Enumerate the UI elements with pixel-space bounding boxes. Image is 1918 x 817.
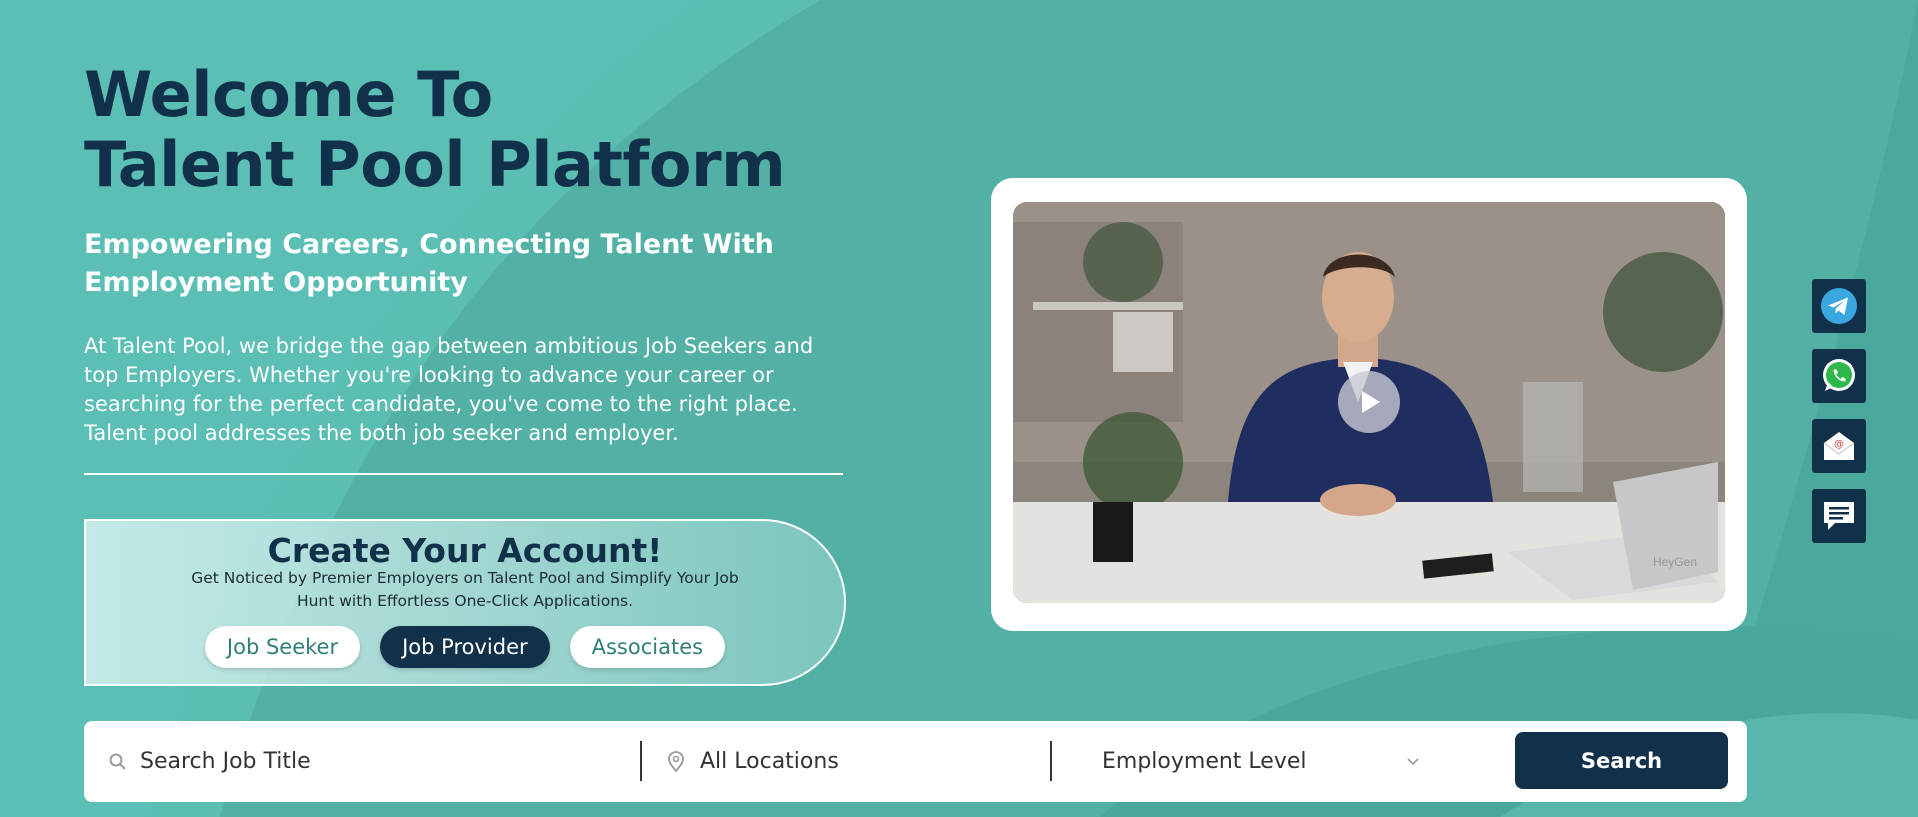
hero-divider [84, 473, 843, 475]
whatsapp-button[interactable] [1812, 349, 1866, 403]
employment-level-select[interactable]: Employment Level [1102, 721, 1432, 802]
video-card: HeyGen [991, 178, 1747, 631]
play-icon [1362, 391, 1380, 413]
search-button[interactable]: Search [1515, 732, 1728, 789]
telegram-button[interactable] [1812, 279, 1866, 333]
create-account-title: Create Your Account! [267, 531, 663, 570]
chat-icon [1824, 502, 1854, 530]
account-type-buttons: Job Seeker Job Provider Associates [86, 626, 844, 668]
hero-title-line2: Talent Pool Platform [84, 128, 786, 201]
employment-level-label: Employment Level [1102, 749, 1307, 774]
whatsapp-icon [1823, 359, 1855, 391]
search-icon [109, 753, 126, 770]
hero-subtitle-line2: Employment Opportunity [84, 267, 468, 298]
social-contact-bar: @ [1812, 279, 1866, 543]
video-player[interactable]: HeyGen [1013, 202, 1725, 603]
job-seeker-button[interactable]: Job Seeker [204, 626, 361, 668]
play-button[interactable] [1338, 371, 1400, 433]
hero-title-line1: Welcome To [84, 58, 493, 131]
hero-title: Welcome To Talent Pool Platform [84, 58, 786, 201]
create-account-description: Get Noticed by Premier Employers on Tale… [191, 569, 739, 610]
svg-text:@: @ [1834, 439, 1844, 450]
search-separator [1050, 741, 1052, 781]
email-button[interactable]: @ [1812, 419, 1866, 473]
email-icon: @ [1823, 432, 1855, 460]
location-field [666, 721, 1026, 802]
hero-subtitle: Empowering Careers, Connecting Talent Wi… [84, 226, 844, 302]
chevron-down-icon [1407, 757, 1419, 765]
hero-description: At Talent Pool, we bridge the gap betwee… [84, 334, 814, 445]
chat-button[interactable] [1812, 489, 1866, 543]
job-provider-button[interactable]: Job Provider [380, 626, 550, 668]
create-account-card: Create Your Account! Get Noticed by Prem… [84, 519, 846, 686]
hero-subtitle-line1: Empowering Careers, Connecting Talent Wi… [84, 229, 774, 260]
job-title-field [108, 721, 628, 802]
telegram-icon [1821, 288, 1857, 324]
job-title-input[interactable] [138, 748, 622, 775]
location-input[interactable] [698, 748, 1022, 775]
search-separator [640, 741, 642, 781]
location-pin-icon [668, 750, 684, 772]
video-watermark: HeyGen [1652, 555, 1697, 569]
associates-button[interactable]: Associates [569, 626, 726, 668]
job-search-bar: Employment Level Search [84, 721, 1747, 802]
